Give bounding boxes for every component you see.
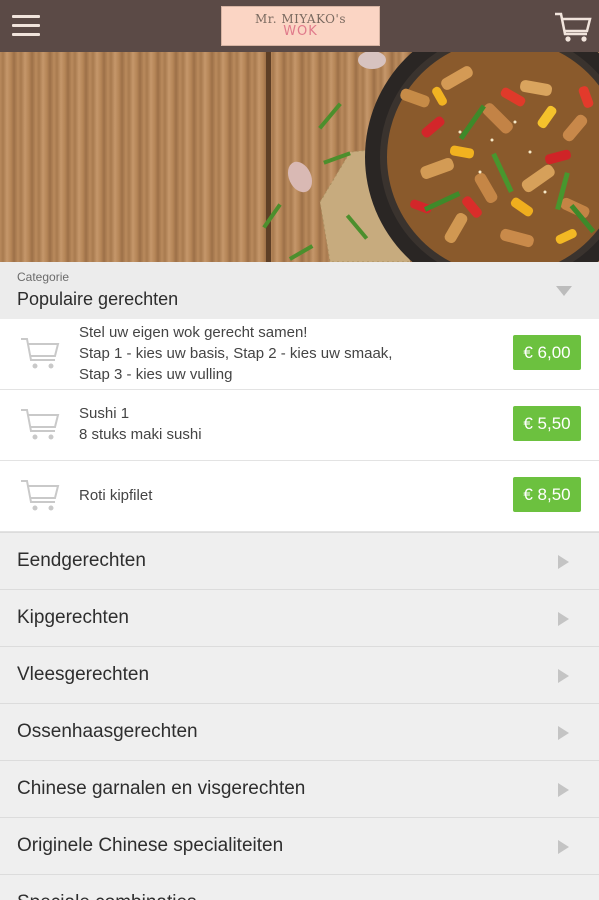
chevron-right-icon	[558, 783, 569, 797]
category-row-kipgerechten[interactable]: Kipgerechten	[0, 589, 599, 646]
product-item[interactable]: Roti kipfilet € 8,50	[0, 461, 599, 532]
category-row-vleesgerechten[interactable]: Vleesgerechten	[0, 646, 599, 703]
category-row-speciale-combinaties[interactable]: Speciale combinaties	[0, 874, 599, 900]
product-description: Stap 1 - kies uw basis, Stap 2 - kies uw…	[79, 345, 393, 362]
product-item[interactable]: Stel uw eigen wok gerecht samen! Stap 1 …	[0, 319, 599, 390]
menu-line	[12, 33, 40, 36]
top-bar: Mr. MIYAKO's WOK 0	[0, 0, 599, 52]
chevron-right-icon	[558, 840, 569, 854]
product-description: Stap 3 - kies uw vulling	[79, 366, 233, 383]
add-to-cart-icon[interactable]	[19, 406, 61, 442]
menu-line	[12, 15, 40, 18]
product-title: Roti kipfilet	[79, 487, 153, 504]
wok-dish-illustration	[262, 52, 599, 262]
product-text: Roti kipfilet	[79, 485, 152, 506]
product-item[interactable]: Sushi 1 8 stuks maki sushi € 5,50	[0, 390, 599, 461]
price-button[interactable]: € 8,50	[513, 477, 581, 512]
add-to-cart-icon[interactable]	[19, 477, 61, 513]
chevron-right-icon	[558, 612, 569, 626]
product-title: Sushi 1	[79, 405, 130, 422]
category-name: Kipgerechten	[17, 607, 129, 628]
price-button[interactable]: € 6,00	[513, 335, 581, 370]
category-name: Ossenhaasgerechten	[17, 721, 198, 742]
category-name: Eendgerechten	[17, 550, 146, 571]
product-description: 8 stuks maki sushi	[79, 426, 202, 443]
cart-count-badge: 0	[570, 21, 576, 31]
category-value: Populaire gerechten	[17, 289, 179, 309]
menu-line	[12, 24, 40, 27]
product-text: Sushi 1 8 stuks maki sushi	[79, 403, 202, 445]
category-label: Categorie	[17, 270, 70, 284]
restaurant-logo[interactable]: Mr. MIYAKO's WOK	[221, 6, 380, 46]
chevron-down-icon[interactable]	[556, 286, 572, 296]
chevron-right-icon	[558, 726, 569, 740]
category-name: Originele Chinese specialiteiten	[17, 835, 284, 856]
hamburger-menu-icon[interactable]	[10, 12, 42, 40]
category-row-chinese-specialiteiten[interactable]: Originele Chinese specialiteiten	[0, 817, 599, 874]
category-row-ossenhaasgerechten[interactable]: Ossenhaasgerechten	[0, 703, 599, 760]
category-name: Speciale combinaties	[17, 892, 197, 900]
category-row-garnalen-vis[interactable]: Chinese garnalen en visgerechten	[0, 760, 599, 817]
product-text: Stel uw eigen wok gerecht samen! Stap 1 …	[79, 322, 392, 385]
chevron-right-icon	[558, 669, 569, 683]
logo-line-2: WOK	[283, 24, 318, 39]
product-title: Stel uw eigen wok gerecht samen!	[79, 324, 308, 341]
category-selector[interactable]: Categorie Populaire gerechten	[0, 262, 599, 319]
category-name: Chinese garnalen en visgerechten	[17, 778, 306, 799]
chevron-right-icon	[558, 555, 569, 569]
price-button[interactable]: € 5,50	[513, 406, 581, 441]
add-to-cart-icon[interactable]	[19, 335, 61, 371]
cart-button[interactable]: 0	[553, 10, 593, 44]
category-name: Vleesgerechten	[17, 664, 150, 685]
category-row-eendgerechten[interactable]: Eendgerechten	[0, 532, 599, 589]
hero-food-image	[0, 52, 599, 262]
